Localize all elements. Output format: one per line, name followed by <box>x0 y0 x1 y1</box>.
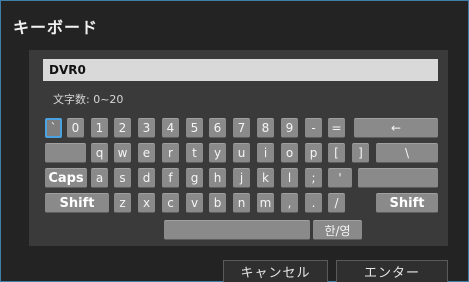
key-n[interactable]: n <box>233 193 250 213</box>
key-8[interactable]: 8 <box>257 118 274 138</box>
key-2[interactable]: 2 <box>114 118 131 138</box>
key-f[interactable]: f <box>162 168 179 188</box>
key-h[interactable]: h <box>209 168 226 188</box>
key-x[interactable]: x <box>138 193 155 213</box>
enter-button[interactable]: エンター <box>336 260 448 282</box>
key-j[interactable]: j <box>233 168 250 188</box>
key-z[interactable]: z <box>114 193 131 213</box>
key-m[interactable]: m <box>257 193 274 213</box>
key-backslash[interactable]: \ <box>376 143 438 163</box>
key-0[interactable]: 0 <box>67 118 84 138</box>
key-c[interactable]: c <box>162 193 179 213</box>
key-p[interactable]: p <box>305 143 322 163</box>
key-backtick[interactable]: ` <box>45 118 62 138</box>
key-period[interactable]: . <box>305 193 322 213</box>
space-key[interactable] <box>164 220 310 240</box>
key-t[interactable]: t <box>186 143 203 163</box>
dialog-title: キーボード <box>13 18 99 37</box>
tab-key[interactable] <box>45 143 86 163</box>
key-i[interactable]: i <box>257 143 274 163</box>
char-count-label: 文字数: 0~20 <box>53 93 124 106</box>
key-g[interactable]: g <box>186 168 203 188</box>
key-v[interactable]: v <box>186 193 203 213</box>
key-9[interactable]: 9 <box>281 118 298 138</box>
right-shift-key[interactable]: Shift <box>376 193 438 213</box>
key-b[interactable]: b <box>209 193 226 213</box>
key-d[interactable]: d <box>138 168 155 188</box>
key-comma[interactable]: , <box>281 193 298 213</box>
key-slash[interactable]: / <box>328 193 345 213</box>
key-minus[interactable]: - <box>305 118 322 138</box>
key-o[interactable]: o <box>281 143 298 163</box>
key-6[interactable]: 6 <box>209 118 226 138</box>
key-r[interactable]: r <box>162 143 179 163</box>
caps-key[interactable]: Caps <box>45 168 87 188</box>
key-1[interactable]: 1 <box>91 118 108 138</box>
key-4[interactable]: 4 <box>162 118 179 138</box>
key-k[interactable]: k <box>257 168 274 188</box>
backspace-key[interactable]: ← <box>354 118 438 138</box>
key-w[interactable]: w <box>114 143 131 163</box>
key-3[interactable]: 3 <box>138 118 155 138</box>
key-e[interactable]: e <box>138 143 155 163</box>
keyboard-dialog: キーボード DVR0 文字数: 0~20 ` 0 1 2 3 4 5 6 7 8… <box>0 0 469 282</box>
key-equals[interactable]: = <box>328 118 345 138</box>
key-5[interactable]: 5 <box>186 118 203 138</box>
key-a[interactable]: a <box>91 168 108 188</box>
key-semicolon[interactable]: ; <box>305 168 322 188</box>
key-right-bracket[interactable]: ] <box>352 143 369 163</box>
key-left-bracket[interactable]: [ <box>328 143 345 163</box>
key-apostrophe[interactable]: ' <box>328 168 352 188</box>
left-shift-key[interactable]: Shift <box>45 193 109 213</box>
key-y[interactable]: y <box>209 143 226 163</box>
cancel-button[interactable]: キャンセル <box>223 260 328 282</box>
name-input[interactable]: DVR0 <box>43 59 438 81</box>
key-u[interactable]: u <box>233 143 250 163</box>
key-s[interactable]: s <box>114 168 131 188</box>
enter-key-blank[interactable] <box>358 168 438 188</box>
key-7[interactable]: 7 <box>233 118 250 138</box>
key-l[interactable]: l <box>281 168 298 188</box>
key-q[interactable]: q <box>91 143 108 163</box>
language-toggle-key[interactable]: 한/영 <box>313 220 362 240</box>
